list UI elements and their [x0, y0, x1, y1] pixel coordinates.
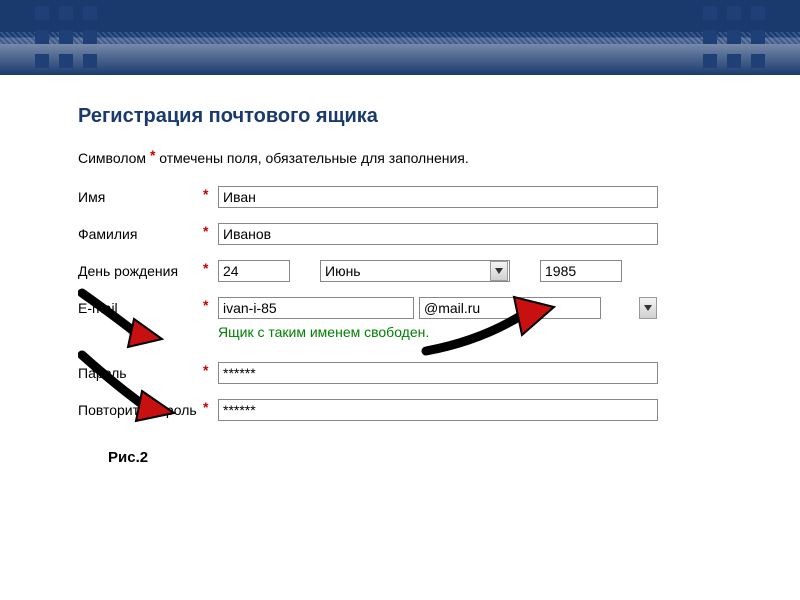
email-label: E-mail	[78, 300, 203, 316]
password-repeat-input[interactable]	[218, 399, 658, 421]
chevron-down-icon	[490, 261, 508, 281]
required-mark: *	[203, 186, 218, 202]
header-decoration	[0, 0, 800, 75]
header-squares-right	[703, 6, 765, 68]
instruction-text: Символом * отмечены поля, обязательные д…	[78, 150, 722, 166]
figure-caption: Рис.2	[108, 449, 722, 466]
required-mark: *	[203, 297, 218, 313]
email-login-input[interactable]	[218, 297, 414, 319]
instruction-pre: Символом	[78, 150, 150, 166]
required-mark: *	[203, 260, 218, 276]
birthday-month-select[interactable]: Июнь	[320, 260, 510, 282]
password-repeat-label: Повторите пароль	[78, 402, 203, 418]
required-mark-icon: *	[150, 147, 155, 163]
page-title: Регистрация почтового ящика	[78, 105, 722, 128]
last-name-input[interactable]	[218, 223, 658, 245]
required-mark: *	[203, 362, 218, 378]
first-name-label: Имя	[78, 189, 203, 205]
registration-form: Имя * Фамилия * День рождения * Июнь	[78, 186, 722, 421]
birthday-year-input[interactable]	[540, 260, 622, 282]
birthday-label: День рождения	[78, 263, 203, 279]
last-name-label: Фамилия	[78, 226, 203, 242]
required-mark: *	[203, 223, 218, 239]
required-mark: *	[203, 399, 218, 415]
email-domain-dropdown-button[interactable]	[639, 297, 657, 319]
first-name-input[interactable]	[218, 186, 658, 208]
header-squares-left	[35, 6, 97, 68]
email-domain-value: @mail.ru	[424, 300, 596, 316]
birthday-day-input[interactable]	[218, 260, 290, 282]
login-available-status: Ящик с таким именем свободен.	[218, 324, 722, 340]
password-label: Пароль	[78, 365, 203, 381]
email-domain-select[interactable]: @mail.ru	[419, 297, 601, 319]
instruction-post: отмечены поля, обязательные для заполнен…	[155, 150, 468, 166]
birthday-month-value: Июнь	[325, 263, 490, 279]
password-input[interactable]	[218, 362, 658, 384]
